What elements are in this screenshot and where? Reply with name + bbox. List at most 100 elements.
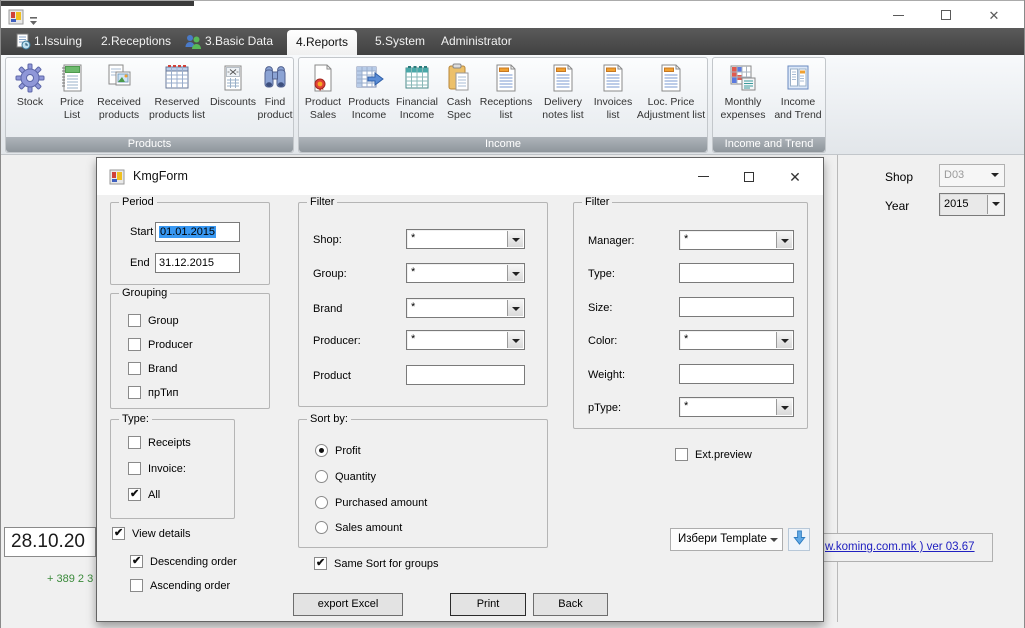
product-filter-field[interactable] [406,365,525,385]
ribbon-item-monthly-expenses[interactable]: Monthly expenses [715,62,771,122]
quantity-radio-label[interactable]: Quantity [335,470,376,484]
ribbon-item-find-product[interactable]: Find product [256,62,294,122]
descending-order-checkbox[interactable] [130,555,143,568]
year-label: Year [885,199,909,213]
combo-arrow[interactable] [776,399,792,415]
template-dropdown[interactable]: Избери Template [670,528,783,551]
ribbon-item-label: Receptions list [480,96,533,121]
ribbon-item-received-products[interactable]: Received products [92,62,146,122]
profit-radio-label[interactable]: Profit [335,444,361,458]
back-button[interactable]: Back [533,593,608,616]
ribbon-item-price-list[interactable]: Price List [52,62,92,122]
invoice-checkbox-label[interactable]: Invoice: [148,462,186,476]
ribbon-item-loc-price-adjustment-list[interactable]: Loc. Price Adjustment list [635,62,707,122]
tab-system[interactable]: 5.System [375,28,425,55]
tab-receptions[interactable]: 2.Receptions [101,28,171,55]
producer-filter-value: * [411,333,415,345]
color-filter-combobox[interactable]: * [679,330,794,350]
sales-amount-radio[interactable] [315,521,328,534]
producer-checkbox[interactable] [128,338,141,351]
shop-filter-combobox[interactable]: * [406,229,525,249]
combo-arrow[interactable] [507,265,523,281]
weight-filter-field[interactable] [679,364,794,384]
period-groupbox: Period Start 01.01.2015 End 31.12.2015 [110,202,270,285]
group-checkbox[interactable] [128,314,141,327]
ascending-order-checkbox[interactable] [130,579,143,592]
tab-reports-selected[interactable]: 4.Reports [287,30,357,55]
ext-preview-checkbox[interactable] [675,448,688,461]
ribbon-item-discounts[interactable]: Discounts [208,62,258,109]
ascending-order-label[interactable]: Ascending order [150,579,230,593]
ribbon-item-financial-income[interactable]: Financial Income [393,62,441,122]
maximize-button[interactable] [929,1,963,29]
producer-filter-label: Producer: [313,334,361,348]
prtip-checkbox[interactable] [128,386,141,399]
purchased-amount-radio-label[interactable]: Purchased amount [335,496,427,510]
dialog-maximize-button[interactable] [729,158,769,195]
quantity-radio[interactable] [315,470,328,483]
dialog-close-button[interactable]: ✕ [775,158,815,195]
combo-arrow[interactable] [507,332,523,348]
ribbon-item-delivery-notes-list[interactable]: Delivery notes list [535,62,591,122]
dialog-client-area: Period Start 01.01.2015 End 31.12.2015 G… [97,195,823,621]
tab-issuing[interactable]: 1.Issuing [34,28,82,55]
year-combobox[interactable]: 2015 [939,193,1005,216]
dialog-minimize-button[interactable] [683,158,723,195]
view-details-label[interactable]: View details [132,527,191,541]
ribbon-item-reserved-products-list[interactable]: Reserved products list [146,62,208,122]
brand-checkbox-label[interactable]: Brand [148,362,177,376]
ribbon-item-label: Cash Spec [447,96,472,121]
group-checkbox-label[interactable]: Group [148,314,179,328]
receipts-checkbox-label[interactable]: Receipts [148,436,191,450]
combo-arrow[interactable] [776,232,792,248]
ext-preview-label[interactable]: Ext.preview [695,448,752,462]
ptype-filter-combobox[interactable]: * [679,397,794,417]
view-details-checkbox[interactable] [112,527,125,540]
date-field[interactable]: 28.10.20 [4,527,96,557]
minimize-button[interactable] [881,1,915,29]
ribbon-item-label: Monthly expenses [721,96,766,121]
combo-arrow[interactable] [776,332,792,348]
website-link[interactable]: w.koming.com.mk ) ver 03.67 [825,541,975,553]
ribbon-item-products-income[interactable]: Products Income [345,62,393,122]
load-template-button[interactable] [788,528,810,551]
brand-checkbox[interactable] [128,362,141,375]
ribbon-item-label: Invoices list [594,96,633,121]
ribbon-item-product-sales[interactable]: Product Sales [301,62,345,122]
prtip-checkbox-label[interactable]: прТип [148,386,178,400]
shop-combobox[interactable]: D03 [939,164,1005,187]
tab-administrator[interactable]: Administrator [441,28,512,55]
combo-arrow[interactable] [507,300,523,316]
producer-filter-combobox[interactable]: * [406,330,525,350]
manager-filter-combobox[interactable]: * [679,230,794,250]
same-sort-checkbox[interactable] [314,557,327,570]
filter-left-legend: Filter [307,195,337,210]
descending-order-label[interactable]: Descending order [150,555,237,569]
tab-basic-data[interactable]: 3.Basic Data [205,28,273,55]
all-checkbox-label[interactable]: All [148,488,160,502]
same-sort-label[interactable]: Same Sort for groups [334,557,439,571]
producer-checkbox-label[interactable]: Producer [148,338,193,352]
profit-radio[interactable] [315,444,328,457]
ribbon-item-invoices-list[interactable]: Invoices list [591,62,635,122]
start-date-field[interactable]: 01.01.2015 [155,222,240,242]
brand-filter-combobox[interactable]: * [406,298,525,318]
print-button[interactable]: Print [450,593,526,616]
sales-amount-radio-label[interactable]: Sales amount [335,521,402,535]
size-filter-field[interactable] [679,297,794,317]
purchased-amount-radio[interactable] [315,496,328,509]
shop-filter-label: Shop: [313,233,342,247]
combo-arrow[interactable] [507,231,523,247]
ribbon-item-cash-spec[interactable]: Cash Spec [441,62,477,122]
group-filter-combobox[interactable]: * [406,263,525,283]
close-button[interactable]: ✕ [977,1,1011,29]
receipts-checkbox[interactable] [128,436,141,449]
ribbon-item-stock[interactable]: Stock [8,62,52,109]
ribbon-item-receptions-list[interactable]: Receptions list [477,62,535,122]
type-filter-field[interactable] [679,263,794,283]
invoice-checkbox[interactable] [128,462,141,475]
export-excel-button[interactable]: export Excel [293,593,403,616]
end-date-field[interactable]: 31.12.2015 [155,253,240,273]
ribbon-item-income-and-trend[interactable]: Income and Trend [771,62,825,122]
all-checkbox[interactable] [128,488,141,501]
